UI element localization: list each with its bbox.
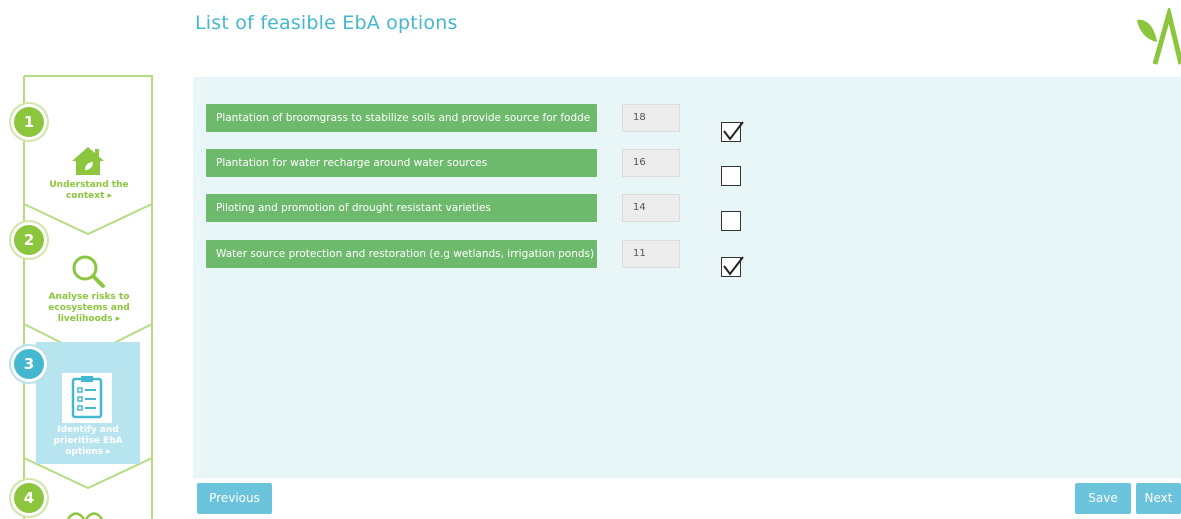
- checkmark-icon: [723, 256, 744, 276]
- step-label-line: Understand the: [49, 180, 129, 190]
- waves-icon: [66, 512, 104, 519]
- step-label-line: Identify and: [57, 425, 119, 435]
- option-checkbox[interactable]: [721, 256, 744, 277]
- option-score[interactable]: 16: [622, 149, 680, 177]
- options-panel: [193, 77, 1181, 478]
- step-label-line: Analyse risks to: [48, 292, 130, 302]
- page-title: List of feasible EbA options: [195, 12, 458, 34]
- app-logo-icon: [1137, 8, 1181, 65]
- option-score[interactable]: 11: [622, 240, 680, 268]
- step-label-line: context: [65, 191, 105, 201]
- magnifier-icon: [72, 255, 105, 288]
- step-number: 3: [14, 349, 44, 379]
- save-button[interactable]: Save: [1075, 483, 1131, 514]
- previous-button[interactable]: Previous: [197, 483, 272, 514]
- house-icon: [72, 147, 104, 175]
- step-label-line: ecosystems and: [48, 303, 130, 313]
- option-checkbox[interactable]: [721, 166, 741, 186]
- option-label: Plantation for water recharge around wat…: [206, 149, 597, 177]
- option-score[interactable]: 14: [622, 194, 680, 222]
- step-number: 1: [14, 107, 44, 137]
- checkmark-icon: [723, 121, 744, 141]
- step-number: 4: [14, 483, 44, 513]
- option-label: Water source protection and restoration …: [206, 240, 597, 268]
- option-label: Piloting and promotion of drought resist…: [206, 194, 597, 222]
- step-label-line: livelihoods: [57, 314, 113, 324]
- next-button[interactable]: Next: [1136, 483, 1181, 514]
- option-checkbox[interactable]: [721, 211, 741, 231]
- clipboard-icon: [62, 373, 112, 423]
- option-score[interactable]: 18: [622, 104, 680, 132]
- step-label-line: prioritise EbA: [53, 436, 123, 446]
- option-label: Plantation of broomgrass to stabilize so…: [206, 104, 597, 132]
- step-number: 2: [14, 225, 44, 255]
- option-checkbox[interactable]: [721, 121, 744, 142]
- step-label-line: options: [65, 447, 104, 457]
